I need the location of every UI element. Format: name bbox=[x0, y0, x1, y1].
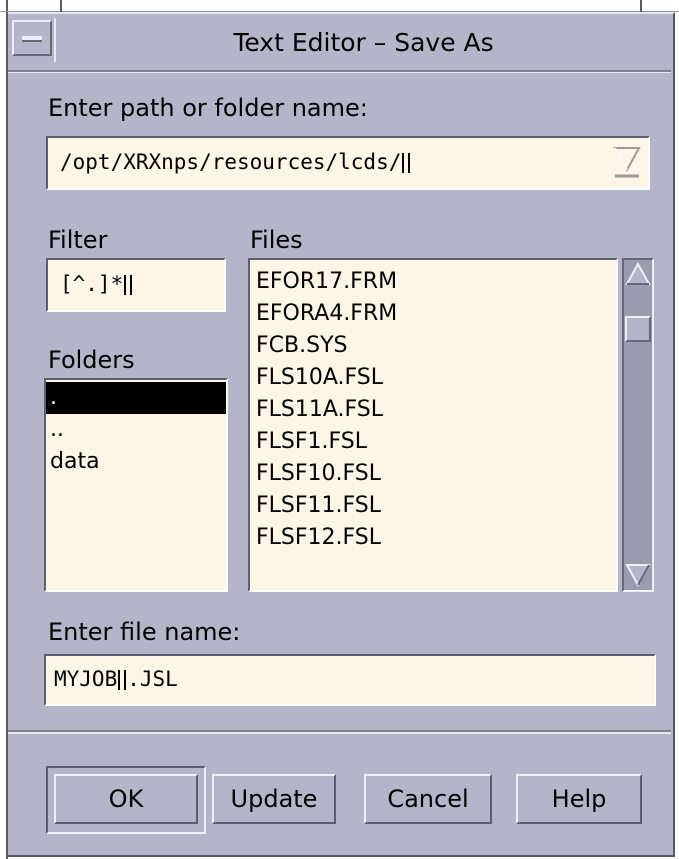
window-menu-button[interactable] bbox=[12, 20, 52, 56]
filename-field[interactable]: MYJOB .JSL bbox=[44, 654, 656, 706]
cancel-button[interactable]: Cancel bbox=[364, 774, 492, 824]
filter-field[interactable]: [^.]* bbox=[46, 258, 226, 312]
filename-input[interactable]: MYJOB .JSL bbox=[54, 667, 178, 691]
scroll-down-button[interactable] bbox=[625, 562, 651, 588]
file-list-item[interactable]: FLS11A.FSL bbox=[250, 394, 616, 426]
file-list-item[interactable]: FLSF1.FSL bbox=[250, 426, 616, 458]
filter-label: Filter bbox=[48, 226, 108, 254]
text-cursor bbox=[402, 153, 411, 173]
text-cursor bbox=[124, 275, 133, 295]
file-list-item[interactable]: FLSF12.FSL bbox=[250, 522, 616, 554]
scroll-thumb[interactable] bbox=[625, 316, 651, 342]
folder-list-item[interactable]: . bbox=[46, 382, 226, 414]
folder-list-item[interactable]: .. bbox=[46, 414, 226, 446]
file-list-item[interactable]: EFOR17.FRM bbox=[250, 266, 616, 298]
arrow-up-icon bbox=[625, 261, 651, 285]
path-input[interactable]: /opt/XRXnps/resources/lcds/ bbox=[60, 150, 411, 174]
button-area-separator bbox=[8, 730, 671, 732]
file-list-item[interactable]: EFORA4.FRM bbox=[250, 298, 616, 330]
arrow-down-icon bbox=[625, 564, 651, 588]
title-bar[interactable]: Text Editor – Save As bbox=[8, 14, 671, 72]
window-menu-icon bbox=[22, 36, 42, 42]
chevron-down-icon bbox=[613, 147, 641, 178]
text-cursor bbox=[118, 670, 127, 690]
path-label: Enter path or folder name: bbox=[48, 94, 368, 122]
files-label: Files bbox=[250, 226, 303, 254]
file-list-item[interactable]: FCB.SYS bbox=[250, 330, 616, 362]
folder-list-item[interactable]: data bbox=[46, 446, 226, 478]
filename-label: Enter file name: bbox=[48, 618, 241, 646]
scroll-up-button[interactable] bbox=[625, 261, 651, 287]
filter-input[interactable]: [^.]* bbox=[60, 272, 133, 296]
file-list-item[interactable]: FLS10A.FSL bbox=[250, 362, 616, 394]
ok-button[interactable]: OK bbox=[54, 774, 198, 824]
frame-tick bbox=[60, 0, 62, 12]
help-button[interactable]: Help bbox=[516, 774, 642, 824]
files-scrollbar[interactable] bbox=[622, 258, 654, 592]
window-title: Text Editor – Save As bbox=[233, 28, 494, 57]
path-combo[interactable]: /opt/XRXnps/resources/lcds/ bbox=[46, 136, 650, 190]
file-list-item[interactable]: FLSF10.FSL bbox=[250, 458, 616, 490]
path-dropdown-button[interactable] bbox=[612, 144, 642, 180]
save-as-dialog: Text Editor – Save As Enter path or fold… bbox=[8, 12, 675, 857]
folders-label: Folders bbox=[48, 346, 135, 374]
file-list-item[interactable]: FLSF11.FSL bbox=[250, 490, 616, 522]
files-list[interactable]: EFOR17.FRM EFORA4.FRM FCB.SYS FLS10A.FSL FLS… bbox=[248, 258, 618, 592]
update-button[interactable]: Update bbox=[212, 774, 336, 824]
frame-tick bbox=[640, 0, 642, 12]
folders-list[interactable]: ... data bbox=[44, 378, 228, 592]
